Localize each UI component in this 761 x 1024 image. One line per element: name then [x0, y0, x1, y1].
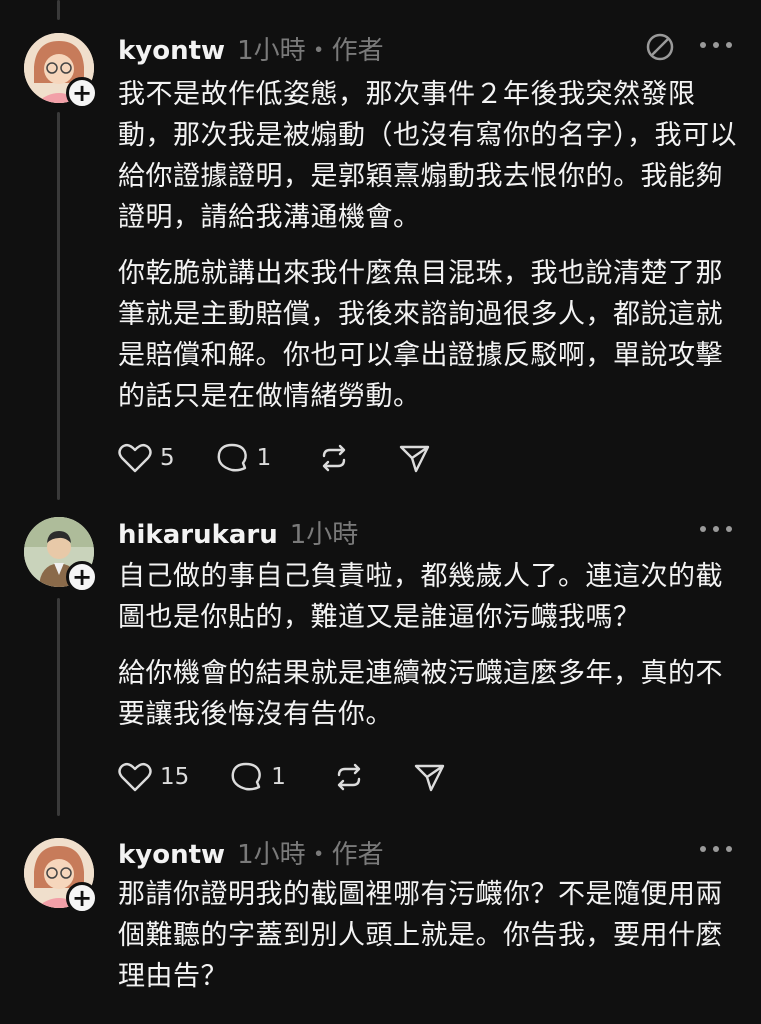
heart-icon — [118, 762, 152, 792]
post-paragraph: 那請你證明我的截圖裡哪有污衊你？不是隨便用兩個難聽的字蓋到別人頭上就是。你告我，… — [118, 879, 723, 992]
more-icon[interactable] — [700, 42, 732, 52]
username[interactable]: kyontw — [118, 36, 225, 66]
repost-button[interactable] — [317, 442, 351, 474]
follow-plus-icon[interactable]: + — [66, 882, 98, 914]
edit-icon[interactable] — [644, 31, 676, 63]
username[interactable]: kyontw — [118, 840, 225, 870]
post-actions: 5 1 — [118, 441, 431, 475]
thread-line — [57, 598, 60, 816]
more-icon[interactable] — [700, 846, 732, 856]
username[interactable]: hikarukaru — [118, 520, 278, 550]
repost-icon — [337, 763, 361, 791]
reply-count: 1 — [271, 764, 286, 790]
post-meta: 1小時・作者 — [237, 36, 384, 66]
like-button[interactable]: 5 — [118, 442, 175, 474]
thread-line — [57, 112, 60, 500]
reply-button[interactable]: 1 — [229, 761, 286, 793]
send-icon — [400, 445, 430, 473]
repost-icon — [323, 444, 346, 472]
post-actions: 15 1 — [118, 760, 446, 794]
post-paragraph: 你乾脆就講出來我什麼魚目混珠，我也說清楚了那筆就是主動賠償，我後來諮詢過很多人，… — [118, 258, 723, 412]
repost-button[interactable] — [332, 761, 366, 793]
like-button[interactable]: 15 — [118, 761, 189, 793]
comment-icon — [217, 443, 247, 472]
share-button[interactable] — [412, 761, 446, 793]
more-icon[interactable] — [700, 526, 732, 536]
post-body: 那請你證明我的截圖裡哪有污衊你？不是隨便用兩個難聽的字蓋到別人頭上就是。你告我，… — [118, 874, 738, 997]
follow-plus-icon[interactable]: + — [66, 77, 98, 109]
like-count: 15 — [160, 764, 190, 790]
like-count: 5 — [160, 445, 175, 471]
follow-plus-icon[interactable]: + — [66, 561, 98, 593]
post-meta: 1小時 — [289, 520, 359, 550]
post-paragraph: 我不是故作低姿態，那次事件２年後我突然發限動，那次我是被煽動（也沒有寫你的名字）… — [118, 79, 737, 233]
post-meta: 1小時・作者 — [237, 840, 384, 870]
post-body: 自己做的事自己負責啦，都幾歲人了。連這次的截圖也是你貼的，難道又是誰逼你污衊我嗎… — [118, 556, 738, 735]
post-paragraph: 給你機會的結果就是連續被污衊這麼多年，真的不要讓我後悔沒有告你。 — [118, 658, 723, 730]
send-icon — [414, 764, 445, 792]
reply-button[interactable]: 1 — [215, 442, 272, 474]
thread-line — [57, 0, 60, 20]
heart-icon — [118, 443, 152, 473]
comment-icon — [231, 762, 262, 791]
share-button[interactable] — [397, 442, 431, 474]
post-paragraph: 自己做的事自己負責啦，都幾歲人了。連這次的截圖也是你貼的，難道又是誰逼你污衊我嗎… — [118, 561, 723, 633]
reply-count: 1 — [256, 445, 272, 471]
post-body: 我不是故作低姿態，那次事件２年後我突然發限動，那次我是被煽動（也沒有寫你的名字）… — [118, 74, 738, 417]
